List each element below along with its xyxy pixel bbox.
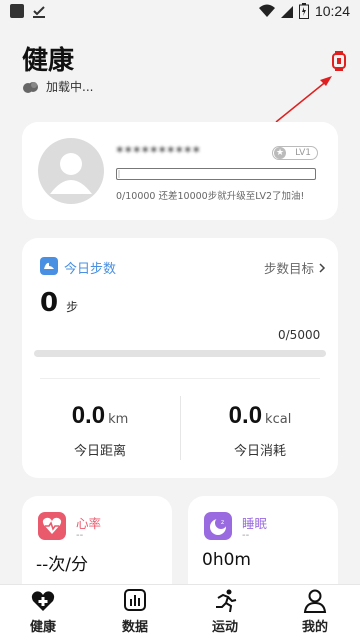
nav-item-health[interactable]: 健康 <box>8 589 78 635</box>
notification-app-icon <box>10 4 24 18</box>
nav-item-data[interactable]: 数据 <box>100 589 170 635</box>
signal-icon <box>280 6 293 18</box>
nav-item-me[interactable]: 我的 <box>280 589 350 635</box>
level-progress-bar <box>116 168 316 180</box>
status-time: 10:24 <box>314 3 350 19</box>
divider <box>40 378 320 379</box>
star-icon: ★ <box>274 147 286 159</box>
wifi-icon <box>258 4 275 17</box>
nav-label-me: 我的 <box>301 620 328 635</box>
username: ********** <box>116 143 201 161</box>
status-bar: 10:24 <box>0 0 360 24</box>
person-icon <box>303 589 327 613</box>
distance-metric: 0.0 km 今日距离 <box>40 402 160 459</box>
steps-progress-bar <box>34 350 326 357</box>
steps-label: 今日步数 <box>64 262 117 277</box>
sleep-subtext: -- <box>242 530 250 541</box>
calories-value: 0.0 <box>228 402 263 429</box>
nav-label-data: 数据 <box>121 620 148 635</box>
level-badge: ★ LV1 <box>272 146 318 160</box>
level-badge-label: LV1 <box>295 148 311 158</box>
heart-rate-icon <box>38 512 66 540</box>
avatar[interactable] <box>38 138 104 204</box>
sleep-value: 0h0m <box>202 550 251 570</box>
svg-text:z: z <box>221 519 224 526</box>
level-progress-fill <box>118 170 120 178</box>
calories-label: 今日消耗 <box>233 444 286 459</box>
sleep-icon: z <box>204 512 232 540</box>
bar-chart-icon <box>124 589 146 611</box>
battery-icon <box>298 3 309 19</box>
smartwatch-icon <box>332 51 346 71</box>
annotation-arrow <box>275 76 332 123</box>
checkbox-notification-icon <box>32 4 46 18</box>
heart-plus-icon <box>31 591 55 611</box>
sync-status-text: 加载中... <box>46 80 94 94</box>
level-progress-text: 0/10000 还差10000步就升级至LV2了加油! <box>116 191 305 202</box>
cloud-icon <box>23 81 38 93</box>
steps-count: 0 步 <box>40 288 78 318</box>
calories-metric: 0.0 kcal 今日消耗 <box>200 402 320 459</box>
steps-icon <box>40 257 58 275</box>
heart-rate-subtext: -- <box>76 530 84 541</box>
page-title: 健康 <box>22 46 75 76</box>
calories-unit: kcal <box>265 412 292 427</box>
distance-value: 0.0 <box>71 402 106 429</box>
bottom-nav: 健康 数据 运动 我的 <box>0 584 360 640</box>
steps-goal-label: 步数目标 <box>264 261 315 276</box>
steps-goal-link[interactable]: 步数目标 <box>264 258 326 277</box>
steps-ratio: 0/5000 <box>278 328 321 342</box>
sync-status: 加载中... <box>22 78 93 95</box>
nav-item-exercise[interactable]: 运动 <box>190 589 260 635</box>
divider <box>180 396 181 460</box>
nav-label-health: 健康 <box>29 620 56 635</box>
default-avatar-icon <box>50 153 92 194</box>
distance-unit: km <box>108 412 129 427</box>
distance-label: 今日距离 <box>73 444 126 459</box>
nav-label-exercise: 运动 <box>211 620 238 635</box>
heart-rate-value: --次/分 <box>36 555 88 575</box>
watch-device-button[interactable] <box>330 51 348 71</box>
steps-count-value: 0 <box>40 288 59 318</box>
steps-unit: 步 <box>66 300 79 314</box>
chevron-right-icon <box>319 262 326 273</box>
running-icon <box>216 589 237 613</box>
